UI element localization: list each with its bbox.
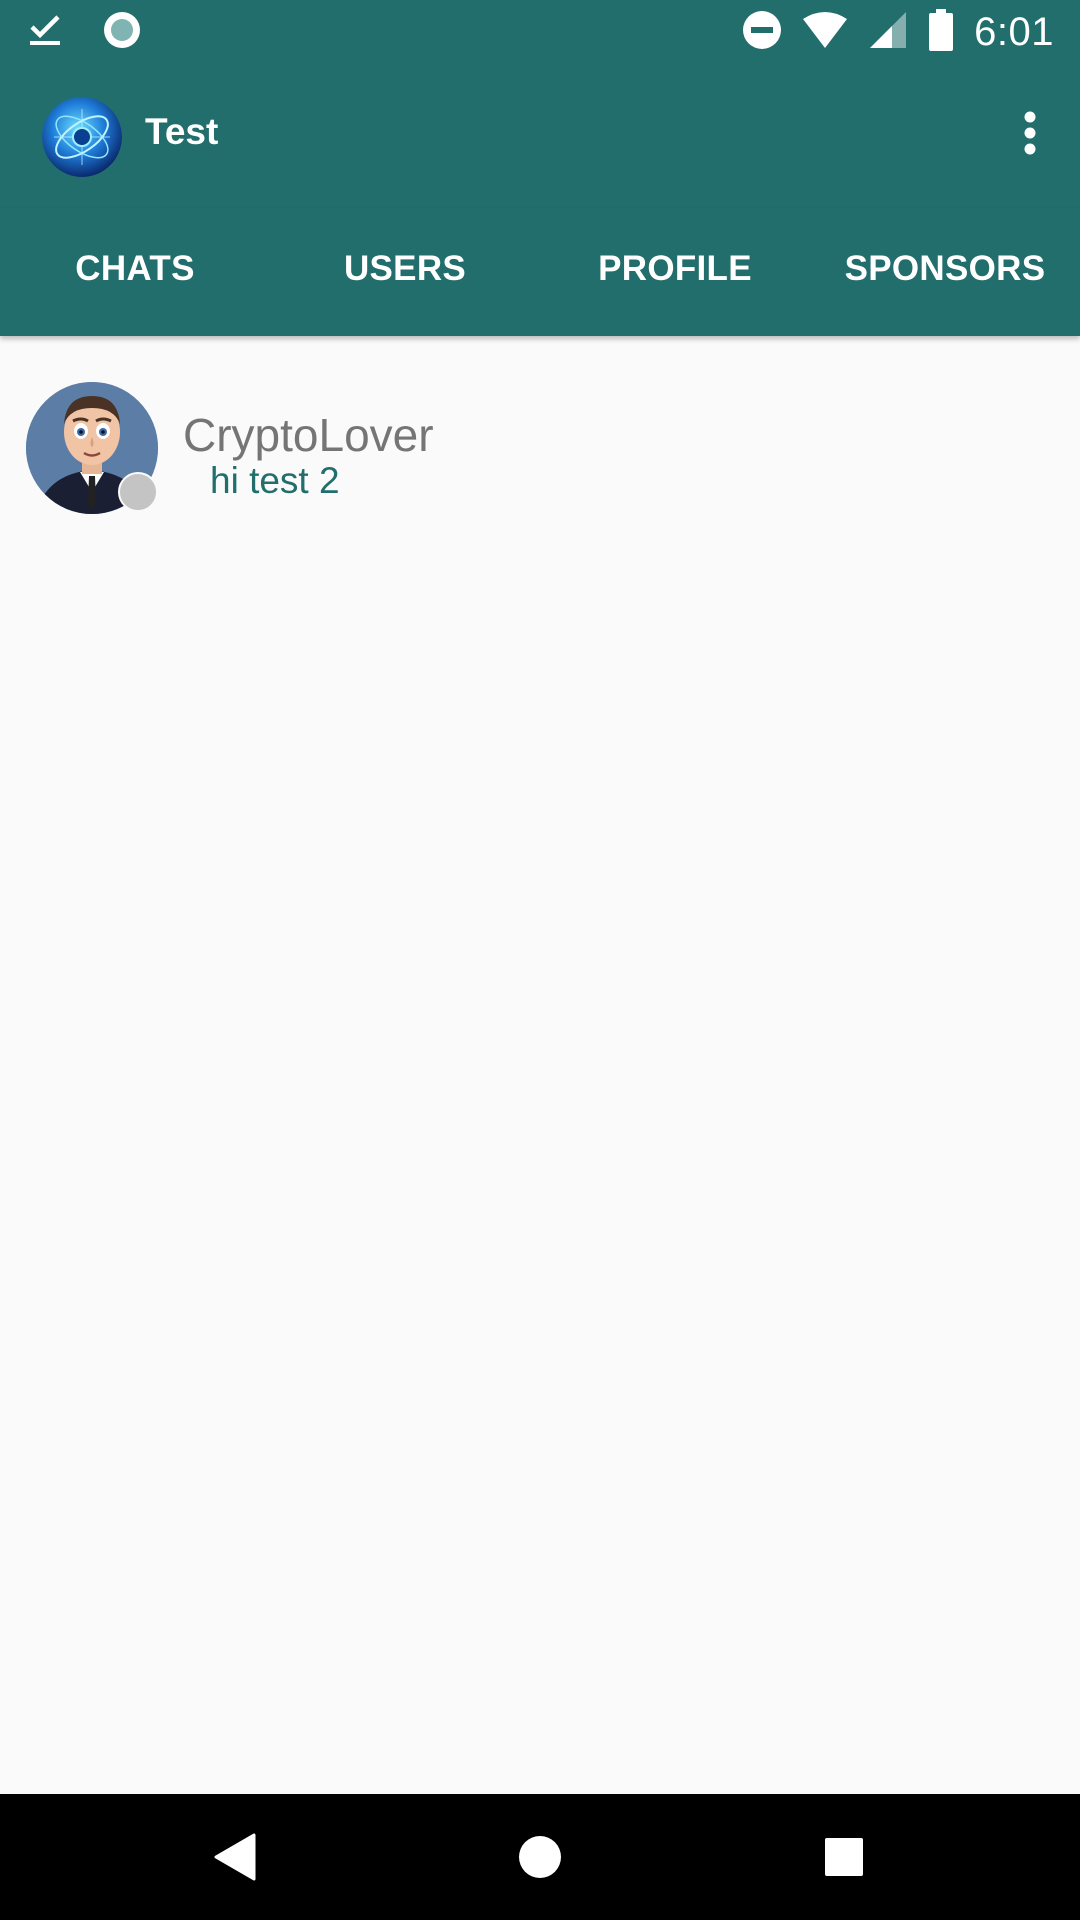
list-item[interactable]: CryptoLover hi test 2: [0, 356, 1080, 514]
presence-status-dot: [118, 472, 158, 512]
back-button[interactable]: [205, 1827, 265, 1887]
chat-list: CryptoLover hi test 2: [0, 336, 1080, 1794]
chat-name: CryptoLover: [183, 409, 434, 461]
overflow-menu-button[interactable]: [1000, 103, 1060, 163]
status-time: 6:01: [974, 9, 1054, 54]
status-right-icons: 6:01: [742, 8, 1054, 56]
home-button[interactable]: [510, 1827, 570, 1887]
battery-icon: [928, 8, 954, 56]
more-vert-icon: [1024, 111, 1036, 155]
tab-users[interactable]: USERS: [270, 208, 540, 336]
system-nav-bar: [0, 1794, 1080, 1920]
globe-logo-icon: [42, 97, 122, 177]
back-icon: [214, 1833, 256, 1881]
tab-sponsors[interactable]: SPONSORS: [810, 208, 1080, 336]
app-bar: Test: [0, 63, 1080, 208]
avatar-container: [26, 382, 158, 514]
recents-button[interactable]: [814, 1827, 874, 1887]
chat-last-message: hi test 2: [210, 460, 340, 501]
do-not-disturb-icon: [742, 10, 782, 55]
check-download-icon: [28, 13, 62, 52]
recents-icon: [825, 1838, 863, 1876]
circle-notification-icon: [102, 10, 142, 55]
app-logo: [42, 97, 122, 177]
signal-icon: [868, 10, 908, 55]
tab-bar: CHATS USERS PROFILE SPONSORS: [0, 208, 1080, 336]
tab-chats[interactable]: CHATS: [0, 208, 270, 336]
tab-profile[interactable]: PROFILE: [540, 208, 810, 336]
wifi-icon: [802, 11, 848, 54]
status-bar: 6:01: [0, 0, 1080, 63]
app-title: Test: [145, 111, 219, 152]
home-icon: [519, 1836, 561, 1878]
status-left-icons: [28, 10, 142, 54]
